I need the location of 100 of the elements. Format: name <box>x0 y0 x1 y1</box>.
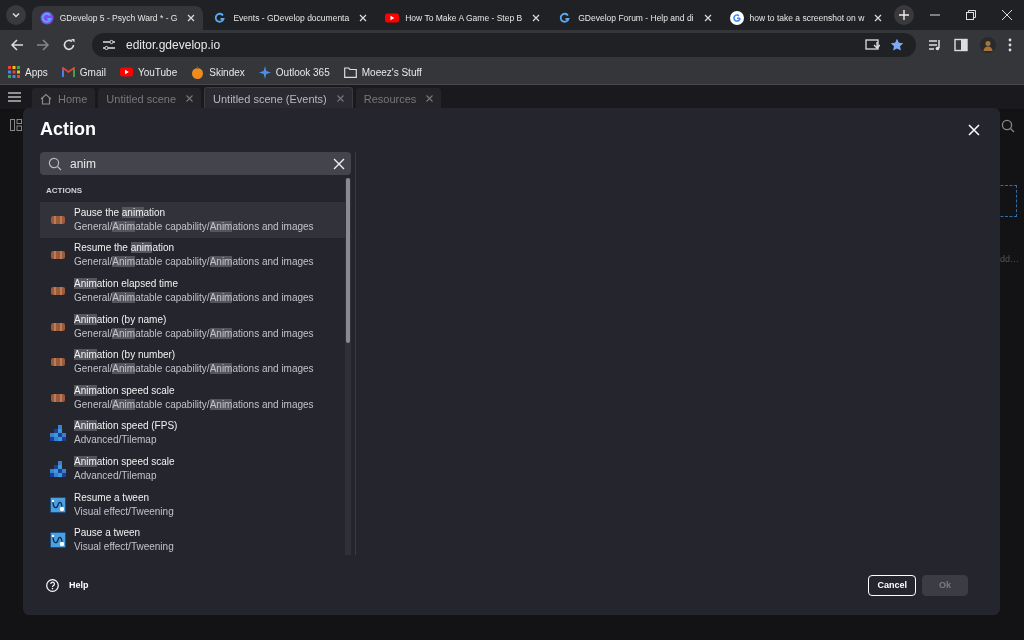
action-title: Animation speed scale <box>74 383 176 398</box>
barrel-icon <box>50 357 66 368</box>
action-category: General/Animatable capability/Animations and images <box>74 291 314 305</box>
tab-title: Events - GDevelop documenta <box>233 13 350 23</box>
action-title: Animation (by number) <box>74 348 177 363</box>
editor-tab[interactable]: Untitled scene <box>98 88 202 109</box>
action-title: Animation speed scale <box>74 454 175 469</box>
action-title: Animation elapsed time <box>74 277 179 291</box>
scrollbar-thumb[interactable] <box>346 178 350 343</box>
menu-icon[interactable] <box>8 92 21 102</box>
bookmark-label: Gmail <box>79 66 106 78</box>
reload-icon[interactable] <box>62 38 76 52</box>
editor-tab[interactable]: Home <box>32 88 96 109</box>
tab-title: how to take a screenshot on w <box>749 13 865 23</box>
cancel-button[interactable]: Cancel <box>868 574 916 596</box>
action-category: Advanced/Tilemap <box>74 433 158 448</box>
editor-tab-label: Resources <box>363 92 417 105</box>
forward-icon[interactable] <box>36 38 50 52</box>
bookmark[interactable]: Skindex <box>191 65 245 79</box>
barrel-icon <box>50 321 66 332</box>
action-item[interactable]: Animation speed (FPS) Advanced/Tilemap <box>40 415 345 452</box>
tab-title: GDevelop 5 - Psych Ward * - G <box>59 13 178 23</box>
browser-tab[interactable]: Events - GDevelop documenta <box>205 6 376 30</box>
background-text: dd… <box>1000 254 1019 264</box>
bookmark[interactable]: YouTube <box>119 66 178 78</box>
bookmark-label: Outlook 365 <box>275 66 330 78</box>
action-item[interactable]: Resume the animation General/Animatable capability/Animations and images <box>40 237 345 274</box>
action-item[interactable]: Animation speed scale Advanced/Tilemap <box>40 451 345 487</box>
tab-title: GDevelop Forum - Help and di <box>578 13 694 23</box>
bookmark[interactable]: Moeez's Stuff <box>343 66 422 78</box>
panel-layout-icon[interactable] <box>10 119 22 131</box>
action-category: Advanced/Tilemap <box>74 468 158 483</box>
action-item[interactable]: Resume a tween Visual effect/Tweening <box>40 486 345 523</box>
action-category: General/Animatable capability/Animations and images <box>74 255 314 270</box>
editor-tab-label: Home <box>58 92 88 105</box>
barrel-icon <box>50 250 66 261</box>
gdevelop-logo-icon <box>213 11 228 25</box>
gdevelop-logo-icon <box>558 11 573 25</box>
action-category: Visual effect/Tweening <box>74 504 174 519</box>
editor-tab[interactable]: Untitled scene (Events) <box>204 87 353 109</box>
search-input[interactable]: anim <box>70 156 325 171</box>
new-tab-button[interactable] <box>894 5 914 25</box>
action-item[interactable]: Animation (by name) General/Animatable capability/Animations and images <box>40 308 345 345</box>
search-field[interactable]: anim <box>40 152 351 175</box>
section-header: ACTIONS <box>45 185 83 197</box>
browser-tab[interactable]: GDevelop 5 - Psych Ward * - G <box>31 6 204 30</box>
action-category: General/Animatable capability/Animations and images <box>74 362 314 377</box>
restore-icon[interactable] <box>965 9 977 21</box>
search-icon[interactable] <box>1001 119 1015 133</box>
action-item[interactable]: Animation speed scale General/Animatable capability/Animations and images <box>40 379 345 416</box>
bookmark[interactable]: Outlook 365 <box>258 65 330 79</box>
install-app-icon[interactable] <box>865 38 880 52</box>
youtube-icon <box>119 67 133 77</box>
action-title: Resume a tween <box>74 490 151 505</box>
media-icon[interactable] <box>928 38 942 52</box>
action-category: Visual effect/Tweening <box>74 540 174 555</box>
browser-tab[interactable]: how to take a screenshot on w <box>721 6 891 30</box>
curve-icon <box>50 496 66 513</box>
envelope-icon <box>61 67 75 77</box>
address-field[interactable]: editor.gdevelop.io <box>92 33 916 57</box>
tab-title: How To Make A Game - Step B <box>405 13 523 23</box>
barrel-icon <box>50 214 66 225</box>
editor-tab-label: Untitled scene (Events) <box>213 92 327 105</box>
dialog-title: Action <box>40 118 96 140</box>
action-title: Pause the animation <box>74 205 167 220</box>
menu-icon[interactable] <box>1008 38 1012 52</box>
plus-icon <box>899 10 910 20</box>
action-category: General/Animatable capability/Animations and images <box>74 397 314 412</box>
back-icon[interactable] <box>10 38 24 52</box>
action-item[interactable]: Animation (by number) General/Animatable capability/Animations and images <box>40 344 345 380</box>
barrel-icon <box>50 286 66 296</box>
search-icon <box>48 156 62 171</box>
browser-tab[interactable]: GDevelop Forum - Help and di <box>550 6 720 30</box>
avatar-icon[interactable] <box>980 37 996 53</box>
action-item[interactable]: Animation elapsed time General/Animatable capability/Animations and images <box>40 273 345 309</box>
pumpkin-icon <box>191 65 205 79</box>
editor-tab[interactable]: Resources <box>355 88 442 109</box>
action-title: Animation speed (FPS) <box>74 419 178 434</box>
folder-icon <box>343 66 357 78</box>
curve-icon <box>50 532 66 549</box>
bookmark[interactable]: Apps <box>8 66 48 78</box>
editor-tab-label: Untitled scene <box>106 92 177 105</box>
bookmark-label: Skindex <box>209 66 245 78</box>
bookmark-label: YouTube <box>137 66 178 78</box>
tile-grid-icon <box>50 425 66 442</box>
tab-search-button[interactable] <box>6 5 26 25</box>
bookmark[interactable]: Gmail <box>61 66 106 78</box>
clear-icon[interactable] <box>333 157 345 170</box>
action-item[interactable]: Pause the animation General/Animatable capability/Animations and images <box>40 202 345 238</box>
action-title: Animation (by name) <box>74 312 168 327</box>
browser-tab[interactable]: How To Make A Game - Step B <box>377 6 549 30</box>
site-settings-icon[interactable] <box>102 39 116 51</box>
side-panel-icon[interactable] <box>954 38 968 52</box>
gdevelop-logo-icon <box>39 11 54 25</box>
action-category: General/Animatable capability/Animations and images <box>74 326 314 341</box>
action-item[interactable]: Pause a tween Visual effect/Tweening <box>40 522 345 555</box>
star-icon[interactable] <box>890 38 904 52</box>
help-link[interactable]: Help <box>40 578 89 592</box>
action-title: Resume the animation <box>74 241 176 256</box>
caret-icon <box>10 10 21 20</box>
